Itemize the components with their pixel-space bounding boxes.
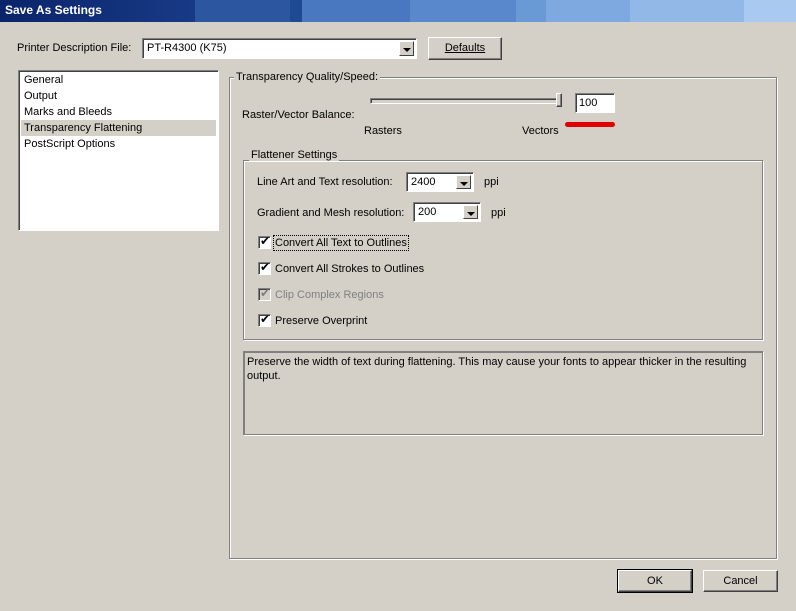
window-title: Save As Settings xyxy=(5,3,102,17)
ok-button-label: OK xyxy=(647,575,663,587)
description-box: Preserve the width of text during flatte… xyxy=(243,351,763,435)
sidebar-item-label: PostScript Options xyxy=(24,138,116,150)
gradient-label: Gradient and Mesh resolution: xyxy=(257,207,405,219)
annotation-underline xyxy=(565,122,615,127)
sidebar-item-label: General xyxy=(24,74,64,86)
sidebar-item-label: Output xyxy=(24,90,58,102)
defaults-button[interactable]: Defaults xyxy=(428,37,502,60)
chevron-down-icon[interactable] xyxy=(399,41,414,56)
checkmark-icon: ✔ xyxy=(260,286,271,300)
transparency-group-label: Transparency Quality/Speed: xyxy=(234,71,381,83)
convert-text-label[interactable]: Convert All Text to Outlines xyxy=(273,235,409,251)
preserve-overprint-checkbox[interactable]: ✔ xyxy=(258,312,271,327)
checkmark-icon: ✔ xyxy=(260,234,271,248)
chevron-down-icon[interactable] xyxy=(463,205,478,219)
sidebar-item-transparency-flattening[interactable]: Transparency Flattening xyxy=(21,120,216,136)
rasters-label: Rasters xyxy=(364,125,402,137)
balance-slider-thumb[interactable] xyxy=(556,93,562,107)
convert-text-checkbox[interactable]: ✔ xyxy=(258,234,271,249)
defaults-button-label: Defaults xyxy=(444,42,486,54)
line-art-label: Line Art and Text resolution: xyxy=(257,176,393,188)
balance-value: 100 xyxy=(579,97,598,109)
line-art-select[interactable]: 2400 xyxy=(406,172,474,192)
checkmark-icon: ✔ xyxy=(260,312,271,326)
line-art-value: 2400 xyxy=(411,176,436,188)
preserve-overprint-label[interactable]: Preserve Overprint xyxy=(275,315,367,327)
sidebar-item-marks-and-bleeds[interactable]: Marks and Bleeds xyxy=(21,104,216,120)
description-text: Preserve the width of text during flatte… xyxy=(247,356,747,382)
vectors-label: Vectors xyxy=(522,125,559,137)
balance-value-field[interactable]: 100 xyxy=(575,93,615,113)
ppd-label: Printer Description File: xyxy=(17,42,132,54)
sidebar-list[interactable]: General Output Marks and Bleeds Transpar… xyxy=(18,70,219,231)
sidebar-item-output[interactable]: Output xyxy=(21,88,216,104)
clip-complex-checkbox: ✔ xyxy=(258,286,271,301)
balance-slider-track[interactable] xyxy=(370,98,562,104)
ppd-select[interactable]: PT-R4300 (K75) xyxy=(142,38,417,59)
line-art-unit: ppi xyxy=(484,176,499,188)
ok-button[interactable]: OK xyxy=(617,569,693,593)
chevron-down-icon[interactable] xyxy=(456,175,471,189)
sidebar-item-label: Transparency Flattening xyxy=(24,122,143,134)
sidebar-item-postscript-options[interactable]: PostScript Options xyxy=(21,136,216,152)
clip-complex-label: Clip Complex Regions xyxy=(275,289,384,301)
balance-label: Raster/Vector Balance: xyxy=(242,109,355,121)
ppd-select-value: PT-R4300 (K75) xyxy=(147,42,227,54)
gradient-select[interactable]: 200 xyxy=(413,202,481,222)
cancel-button[interactable]: Cancel xyxy=(703,570,778,592)
sidebar-item-label: Marks and Bleeds xyxy=(24,106,113,118)
sidebar-item-general[interactable]: General xyxy=(21,72,216,88)
convert-strokes-label[interactable]: Convert All Strokes to Outlines xyxy=(275,263,424,275)
gradient-unit: ppi xyxy=(491,207,506,219)
checkmark-icon: ✔ xyxy=(260,260,271,274)
convert-strokes-checkbox[interactable]: ✔ xyxy=(258,260,271,275)
cancel-button-label: Cancel xyxy=(723,575,758,587)
flattener-group-label: Flattener Settings xyxy=(249,149,340,161)
gradient-value: 200 xyxy=(418,206,437,218)
title-bar[interactable]: Save As Settings xyxy=(0,0,796,22)
